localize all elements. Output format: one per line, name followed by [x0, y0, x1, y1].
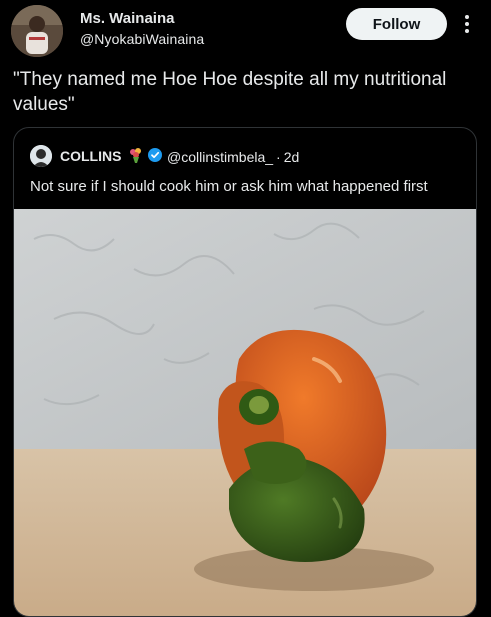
quoted-tweet-card[interactable]: COLLINS @collinstimbela_ · 2d Not sure if … — [13, 127, 477, 617]
tweet-header: Ms. Wainaina @NyokabiWainaina Follow — [0, 0, 491, 60]
follow-button[interactable]: Follow — [346, 8, 447, 40]
quoted-timestamp[interactable]: 2d — [284, 149, 300, 165]
tweet-text: "They named me Hoe Hoe despite all my nu… — [13, 69, 447, 115]
quoted-media-image[interactable] — [14, 209, 476, 616]
quoted-tweet-text: Not sure if I should cook him or ask him… — [30, 178, 428, 195]
quoted-author-avatar[interactable] — [30, 145, 52, 167]
quoted-handle-line: @collinstimbela_ · 2d — [167, 149, 299, 165]
author-handle[interactable]: @NyokabiWainaina — [80, 31, 204, 47]
quoted-handle[interactable]: @collinstimbela_ — [167, 149, 273, 165]
quoted-display-name[interactable]: COLLINS — [60, 148, 121, 164]
bouquet-emoji-icon — [127, 146, 145, 164]
separator-dot: · — [276, 149, 281, 165]
author-display-name[interactable]: Ms. Wainaina — [80, 10, 174, 27]
verified-badge-icon — [148, 148, 162, 162]
more-vertical-icon[interactable] — [460, 10, 474, 38]
author-avatar[interactable] — [11, 5, 63, 57]
